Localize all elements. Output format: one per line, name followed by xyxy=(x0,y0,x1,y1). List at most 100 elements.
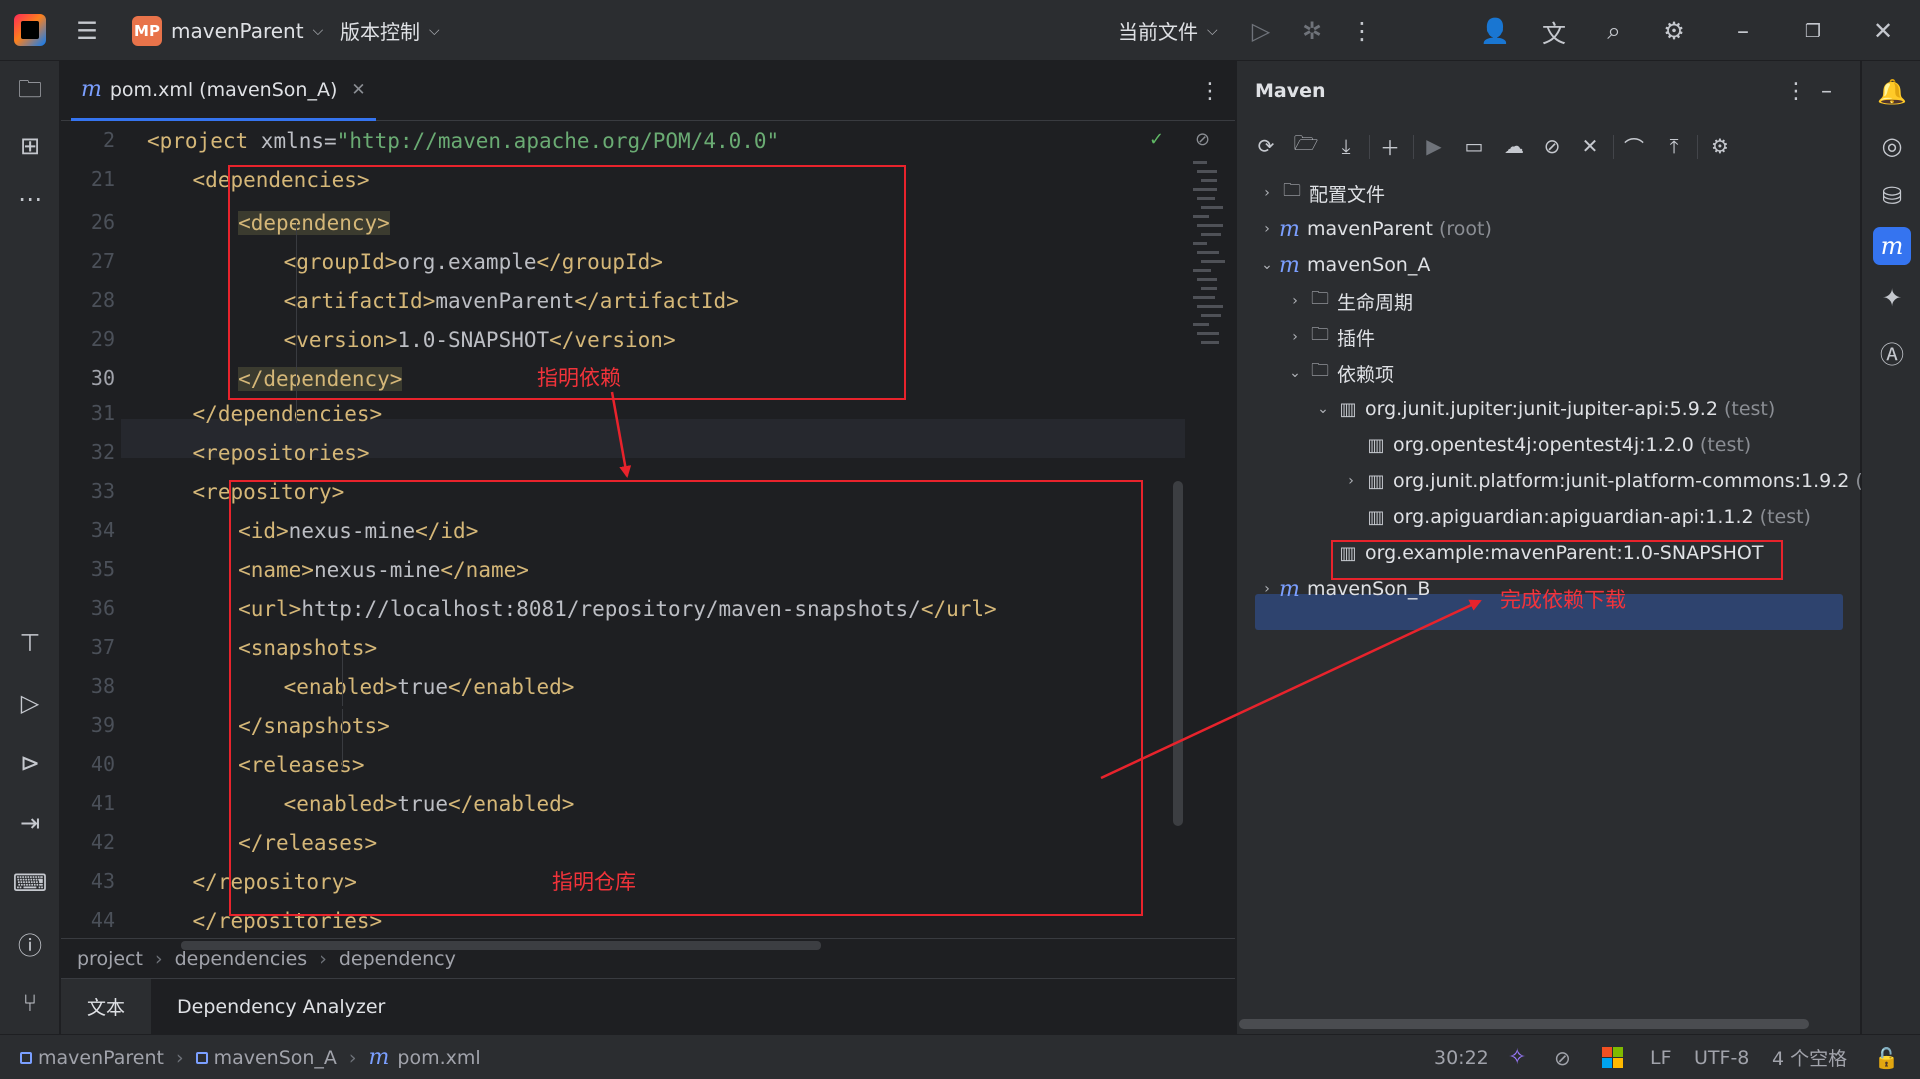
line-number[interactable]: 42 xyxy=(61,830,115,854)
line-number[interactable]: 40 xyxy=(61,752,115,776)
services-icon[interactable]: ⊳ xyxy=(12,745,48,781)
problems-icon[interactable]: ⓘ xyxy=(12,925,48,961)
windows-icon[interactable] xyxy=(1602,1035,1623,1079)
database-icon[interactable]: ⛁ xyxy=(1873,177,1911,215)
lock-icon[interactable]: 🔓 xyxy=(1874,1035,1899,1079)
tab-options-icon[interactable]: ⋮ xyxy=(1199,79,1221,104)
line-number[interactable]: 32 xyxy=(61,440,115,464)
build-hammer-icon[interactable]: ⊤ xyxy=(12,625,48,661)
line-number[interactable]: 43 xyxy=(61,869,115,893)
line-number[interactable]: 33 xyxy=(61,479,115,503)
tree-node-mavenson-a[interactable]: ⌄ m mavenSon_A xyxy=(1255,247,1430,283)
reload-folder-icon[interactable]: 🗁 xyxy=(1291,131,1321,161)
run-config-selector[interactable]: 当前文件 ⌵ xyxy=(1118,0,1218,61)
search-icon[interactable]: ⌕ xyxy=(1597,14,1631,48)
more-tools-icon[interactable]: ⋯ xyxy=(12,181,48,217)
settings-icon[interactable]: ⚙ xyxy=(1657,14,1691,48)
hide-icon[interactable]: ⊘ xyxy=(1195,129,1210,150)
line-number[interactable]: 21 xyxy=(61,167,115,191)
line-separator[interactable]: LF xyxy=(1650,1035,1672,1079)
project-selector[interactable]: MP mavenParent ⌵ xyxy=(132,0,323,61)
line-number[interactable]: 41 xyxy=(61,791,115,815)
add-icon[interactable]: ＋ xyxy=(1375,131,1405,161)
line-number[interactable]: 26 xyxy=(61,210,115,234)
indent-setting[interactable]: 4 个空格 xyxy=(1772,1035,1847,1079)
run-icon[interactable]: ▶ xyxy=(1419,131,1449,161)
tree-node-mavenparent[interactable]: › m mavenParent (root) xyxy=(1255,211,1492,247)
line-number[interactable]: 37 xyxy=(61,635,115,659)
close-tab-icon[interactable]: ✕ xyxy=(351,80,365,100)
project-folder-icon[interactable]: 🗀 xyxy=(12,74,48,110)
power-save-icon[interactable]: ⊘ xyxy=(1554,1035,1571,1079)
line-number[interactable]: 30 xyxy=(61,366,115,390)
maven-settings-icon[interactable]: ⚙ xyxy=(1705,131,1735,161)
path-item[interactable]: mavenParent xyxy=(38,1047,164,1069)
line-number[interactable]: 28 xyxy=(61,288,115,312)
chevron-right-icon[interactable]: › xyxy=(1283,329,1307,345)
terminal-icon[interactable]: ⌨ xyxy=(12,865,48,901)
vcs-menu[interactable]: 版本控制 ⌵ xyxy=(340,0,440,61)
hide-panel-icon[interactable]: – xyxy=(1821,79,1832,104)
add-user-icon[interactable]: 👤 xyxy=(1478,14,1512,48)
more-actions-icon[interactable]: ⋮ xyxy=(1345,14,1379,48)
collapse-all-icon[interactable]: ⤒ xyxy=(1659,131,1689,161)
tab-pom-xml[interactable]: m pom.xml (mavenSon_A) ✕ xyxy=(71,61,376,121)
tree-node-lifecycle[interactable]: › 🗀 生命周期 xyxy=(1283,283,1413,319)
breadcrumb-item[interactable]: dependencies xyxy=(175,948,308,970)
chevron-right-icon[interactable]: › xyxy=(1255,221,1279,237)
chevron-right-icon[interactable]: › xyxy=(1339,473,1363,489)
restore-icon[interactable]: ❐ xyxy=(1796,14,1830,48)
line-number[interactable]: 2 xyxy=(61,128,115,152)
maven-horizontal-scrollbar[interactable] xyxy=(1239,1019,1809,1029)
chevron-down-icon[interactable]: ⌄ xyxy=(1255,257,1279,273)
ai-status-icon[interactable]: ✧ xyxy=(1508,1035,1526,1079)
line-number[interactable]: 39 xyxy=(61,713,115,737)
path-item[interactable]: mavenSon_A xyxy=(214,1047,337,1069)
line-number[interactable]: 29 xyxy=(61,327,115,351)
options-icon[interactable]: ⋮ xyxy=(1785,79,1807,104)
file-encoding[interactable]: UTF-8 xyxy=(1694,1035,1749,1079)
intellij-logo-icon[interactable] xyxy=(14,14,46,46)
tree-node-dependency[interactable]: ▥ org.apiguardian:apiguardian-api:1.1.2 … xyxy=(1339,499,1811,535)
line-number[interactable]: 31 xyxy=(61,401,115,425)
offline-icon[interactable]: ☁ xyxy=(1499,131,1529,161)
tab-text[interactable]: 文本 xyxy=(61,978,152,1035)
plugin-icon[interactable]: ✦ xyxy=(1873,279,1911,317)
notifications-icon[interactable]: 🔔 xyxy=(1873,73,1911,111)
bookmarks-icon[interactable]: Ⓐ xyxy=(1873,333,1911,371)
collapse-icon[interactable]: ✕ xyxy=(1575,131,1605,161)
code-line[interactable]: </dependencies> xyxy=(193,395,383,434)
path-item[interactable]: pom.xml xyxy=(397,1047,480,1069)
execute-goal-icon[interactable]: ▭ xyxy=(1459,131,1489,161)
chevron-right-icon[interactable]: › xyxy=(1255,185,1279,201)
tree-node-dependency[interactable]: ⌄ ▥ org.junit.jupiter:junit-jupiter-api:… xyxy=(1311,391,1775,427)
minimize-icon[interactable]: – xyxy=(1726,14,1760,48)
debug-icon[interactable]: ✲ xyxy=(1295,14,1329,48)
run-icon[interactable]: ▷ xyxy=(12,685,48,721)
breadcrumb-item[interactable]: project xyxy=(77,948,143,970)
line-number[interactable]: 34 xyxy=(61,518,115,542)
code-line[interactable]: <project xmlns="http://maven.apache.org/… xyxy=(147,122,779,161)
line-number[interactable]: 35 xyxy=(61,557,115,581)
code-line[interactable]: <repositories> xyxy=(193,434,370,473)
git-icon[interactable]: ⑂ xyxy=(12,985,48,1021)
chevron-right-icon[interactable]: › xyxy=(1283,293,1307,309)
download-icon[interactable]: ⤓ xyxy=(1331,131,1361,161)
reload-icon[interactable]: ⟳ xyxy=(1251,131,1281,161)
maven-icon[interactable]: m xyxy=(1873,227,1911,265)
editor-scroll-markers[interactable]: ⊘ ✓ xyxy=(1149,121,1235,1001)
run-icon[interactable]: ▷ xyxy=(1244,14,1278,48)
tree-node-dependencies[interactable]: ⌄ 🗀 依赖项 xyxy=(1283,355,1394,391)
breadcrumb-item[interactable]: dependency xyxy=(339,948,456,970)
line-number[interactable]: 36 xyxy=(61,596,115,620)
tree-node-plugins[interactable]: › 🗀 插件 xyxy=(1283,319,1375,355)
tab-dependency-analyzer[interactable]: Dependency Analyzer xyxy=(151,979,411,1035)
show-dependencies-icon[interactable]: ⌒ xyxy=(1619,131,1649,161)
close-icon[interactable]: ✕ xyxy=(1866,14,1900,48)
structure-icon[interactable]: ⊞ xyxy=(12,128,48,164)
ai-assistant-icon[interactable]: ◎ xyxy=(1873,127,1911,165)
chevron-down-icon[interactable]: ⌄ xyxy=(1283,365,1307,381)
chevron-right-icon[interactable]: › xyxy=(1255,581,1279,597)
caret-position[interactable]: 30:22 xyxy=(1434,1035,1489,1079)
line-number[interactable]: 38 xyxy=(61,674,115,698)
